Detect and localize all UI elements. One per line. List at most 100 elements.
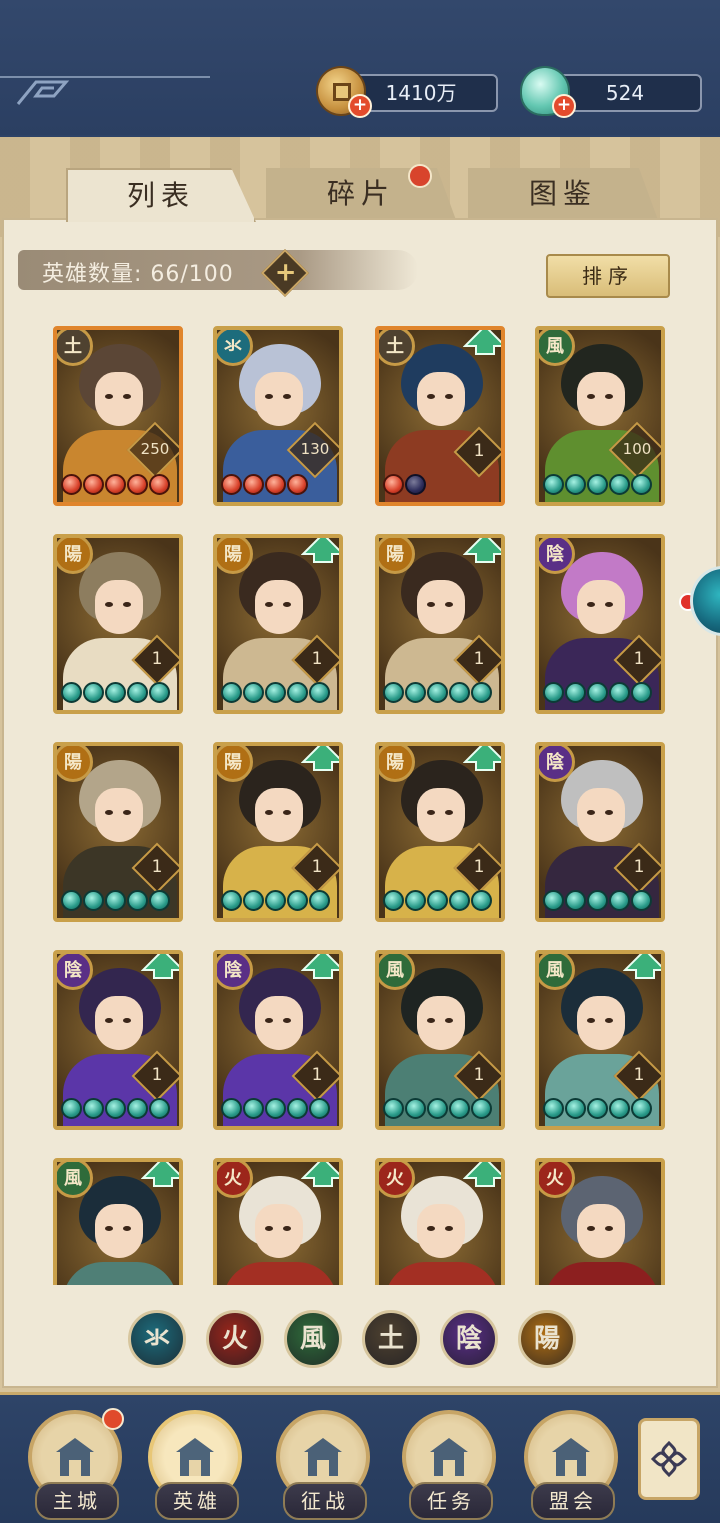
hero-card[interactable]: 陽1 [213, 742, 343, 922]
hero-card[interactable]: 陰1 [535, 534, 665, 714]
hero-card[interactable]: 陰1 [535, 742, 665, 922]
hero-eye [283, 602, 291, 607]
hero-card[interactable]: 土1 [375, 326, 505, 506]
hero-face [255, 580, 303, 634]
hero-level: 1 [151, 1065, 163, 1085]
hero-outfit [223, 1262, 337, 1285]
star-gem-icon [565, 474, 586, 495]
hero-card[interactable]: 陽1 [375, 742, 505, 922]
hero-eye [427, 1018, 435, 1023]
star-gem-icon [587, 890, 608, 911]
element-badge-icon: 風 [539, 954, 575, 990]
hero-card[interactable]: 風1 [375, 950, 505, 1130]
hero-eye [105, 1226, 113, 1231]
star-gem-icon [587, 1098, 608, 1119]
hero-eye [123, 1018, 131, 1023]
filter-yang-button[interactable]: 陽 [518, 1310, 576, 1368]
star-gem-icon [471, 682, 492, 703]
hero-card[interactable]: 陽1 [53, 534, 183, 714]
element-badge-icon: 氺 [217, 330, 253, 366]
star-gem-icon [543, 890, 564, 911]
element-badge-icon: 陽 [379, 746, 415, 782]
sort-button[interactable]: 排序 [546, 254, 670, 298]
star-gem-empty-icon [405, 474, 426, 495]
add-gold-button[interactable]: + [348, 94, 372, 118]
star-gem-icon [383, 890, 404, 911]
star-rank [61, 474, 170, 500]
hero-eye [427, 602, 435, 607]
hero-face [95, 1204, 143, 1258]
star-gem-icon [127, 1098, 148, 1119]
element-badge-icon: 火 [217, 1162, 253, 1198]
hero-level: 130 [300, 440, 330, 458]
hero-eye [445, 1018, 453, 1023]
filter-yin-button[interactable]: 陰 [440, 1310, 498, 1368]
element-badge-icon: 陽 [57, 538, 93, 574]
hero-eye [265, 602, 273, 607]
hero-face [255, 788, 303, 842]
hero-eye [283, 810, 291, 815]
element-badge-icon: 陰 [539, 746, 575, 782]
hero-card[interactable]: 火 [375, 1158, 505, 1285]
gold-currency[interactable]: 1410万 + [318, 68, 498, 118]
hero-face [417, 372, 465, 426]
battle-drum-icon [298, 1432, 348, 1482]
nav-notification-dot [102, 1408, 124, 1430]
filter-fire-button[interactable]: 火 [206, 1310, 264, 1368]
hero-eye [605, 1226, 613, 1231]
star-gem-icon [83, 890, 104, 911]
element-badge-icon: 陽 [57, 746, 93, 782]
hero-face [577, 372, 625, 426]
hero-card[interactable]: 陽1 [375, 534, 505, 714]
hero-face [417, 996, 465, 1050]
star-rank [61, 682, 170, 708]
star-gem-icon [609, 1098, 630, 1119]
star-gem-icon [243, 474, 264, 495]
jade-currency[interactable]: 524 + [522, 68, 702, 118]
element-badge-icon: 陽 [379, 538, 415, 574]
hero-card[interactable]: 風 [53, 1158, 183, 1285]
hero-card[interactable]: 風 100 [535, 326, 665, 506]
star-gem-icon [383, 682, 404, 703]
hero-card[interactable]: 氺 130 [213, 326, 343, 506]
element-badge-icon: 風 [57, 1162, 93, 1198]
element-badge-icon: 陽 [217, 538, 253, 574]
hero-face [577, 996, 625, 1050]
element-badge-icon: 風 [539, 330, 575, 366]
star-gem-icon [287, 890, 308, 911]
hero-card[interactable]: 陰1 [213, 950, 343, 1130]
star-gem-icon [61, 682, 82, 703]
hero-level: 1 [473, 857, 485, 877]
hero-face [255, 1204, 303, 1258]
add-jade-button[interactable]: + [552, 94, 576, 118]
plus-icon: + [274, 257, 297, 288]
hero-outfit [385, 1262, 499, 1285]
filter-wind-button[interactable]: 風 [284, 1310, 342, 1368]
star-gem-icon [83, 682, 104, 703]
upgrade-arrow-icon [140, 954, 179, 980]
hero-level: 1 [633, 857, 645, 877]
hero-card[interactable]: 土 250 [53, 326, 183, 506]
hero-card[interactable]: 陰1 [53, 950, 183, 1130]
tab-list[interactable]: 列表 [66, 168, 256, 222]
nav-label: 征战 [283, 1482, 367, 1520]
nav-label: 盟会 [531, 1482, 615, 1520]
hero-face [255, 996, 303, 1050]
filter-earth-button[interactable]: 土 [362, 1310, 420, 1368]
upgrade-arrow-icon [462, 1162, 501, 1188]
flower-menu-icon[interactable] [638, 1418, 700, 1500]
star-gem-icon [265, 474, 286, 495]
hero-card[interactable]: 陽1 [213, 534, 343, 714]
hero-card[interactable]: 陽1 [53, 742, 183, 922]
hero-card[interactable]: 火 [213, 1158, 343, 1285]
hero-eye [105, 1018, 113, 1023]
hero-card[interactable]: 風1 [535, 950, 665, 1130]
tab-codex[interactable]: 图鉴 [468, 168, 658, 220]
hero-face [95, 372, 143, 426]
element-badge-icon: 陰 [217, 954, 253, 990]
star-gem-icon [543, 1098, 564, 1119]
hero-outfit [545, 1262, 659, 1285]
star-gem-icon [149, 474, 170, 495]
filter-water-button[interactable]: 氺 [128, 1310, 186, 1368]
hero-card[interactable]: 火 [535, 1158, 665, 1285]
